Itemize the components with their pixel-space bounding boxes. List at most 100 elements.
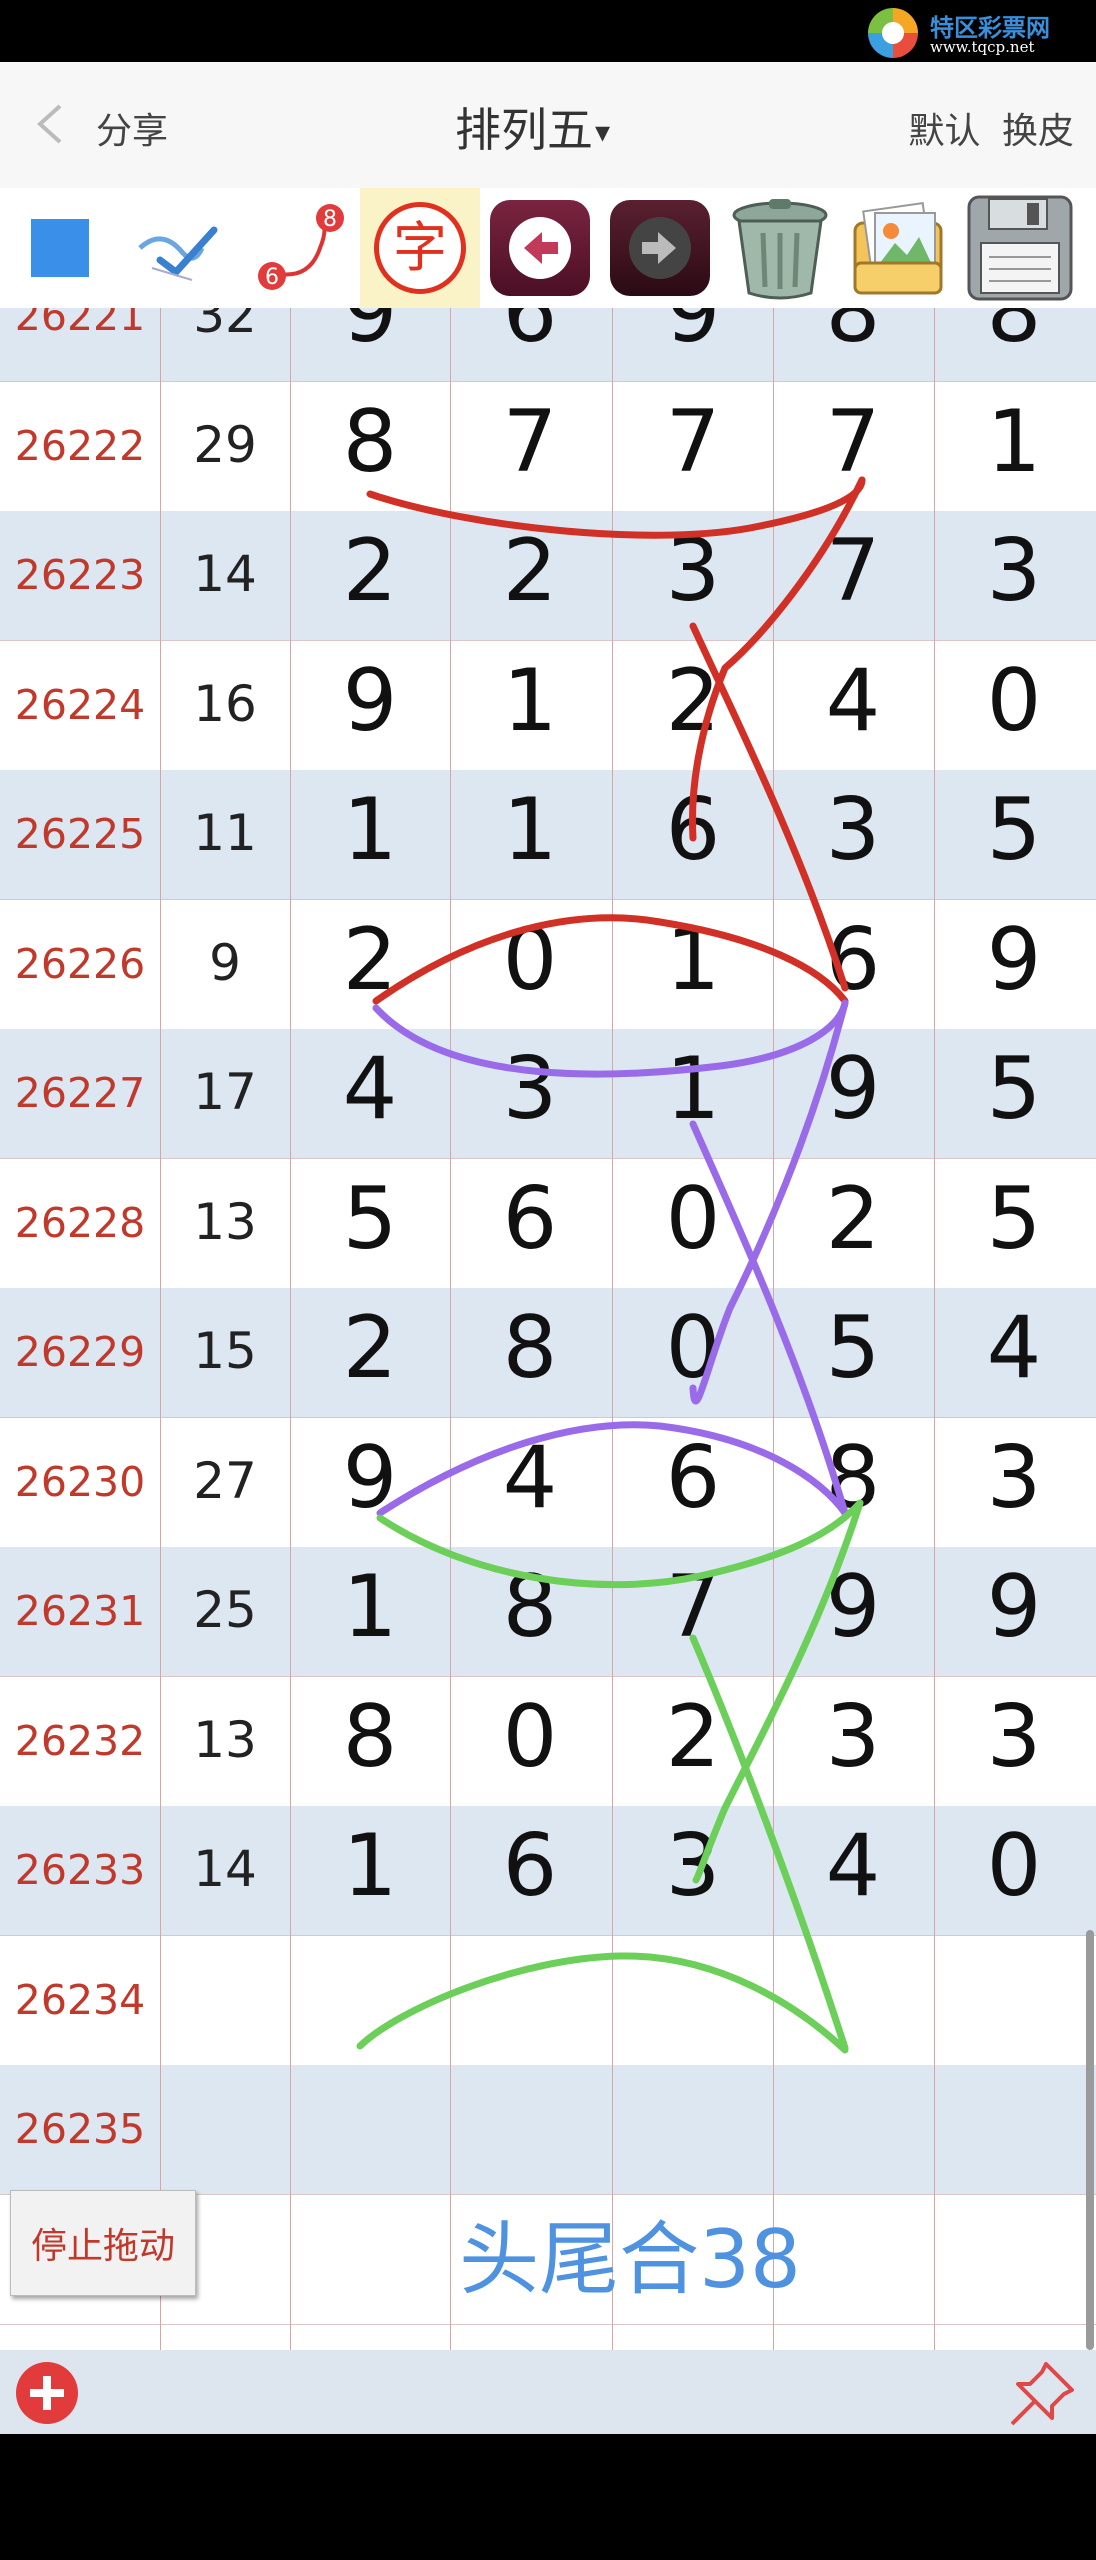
- undo-button[interactable]: [480, 188, 600, 308]
- digit-cell[interactable]: 2: [613, 1687, 773, 1787]
- add-icon[interactable]: [16, 2362, 78, 2424]
- sum-value: 13: [193, 1192, 257, 1251]
- digit-cell[interactable]: 0: [934, 1816, 1094, 1916]
- digit-cell[interactable]: 2: [290, 521, 450, 621]
- digit-cell[interactable]: 2: [450, 521, 610, 621]
- digit-cell[interactable]: 3: [934, 1428, 1094, 1528]
- sum-value: 13: [193, 1710, 257, 1769]
- digit-cell[interactable]: 3: [934, 521, 1094, 621]
- connect-tool-button[interactable]: 6 8: [240, 188, 360, 308]
- issue-number: 26225: [14, 810, 146, 858]
- redo-button[interactable]: [600, 188, 720, 308]
- digit-cell[interactable]: 5: [773, 1298, 933, 1398]
- digit-cell[interactable]: 6: [450, 308, 610, 362]
- digit-cell[interactable]: 9: [934, 1557, 1094, 1657]
- digit-cell[interactable]: 2: [773, 1169, 933, 1269]
- digit-cell[interactable]: 6: [773, 910, 933, 1010]
- digit-cell[interactable]: 0: [613, 1298, 773, 1398]
- digit-cell[interactable]: 5: [290, 1169, 450, 1269]
- digit-cell[interactable]: 5: [934, 1169, 1094, 1269]
- digit-cell[interactable]: 9: [613, 308, 773, 362]
- table-row: 26235: [0, 2065, 1096, 2195]
- digit-cell[interactable]: 8: [290, 392, 450, 492]
- digit-cell[interactable]: 0: [450, 910, 610, 1010]
- digit-cell[interactable]: 3: [450, 1039, 610, 1139]
- digit-cell[interactable]: 2: [613, 651, 773, 751]
- back-button[interactable]: [32, 102, 68, 146]
- share-button[interactable]: 分享: [96, 102, 168, 154]
- digit-cell[interactable]: 1: [290, 1816, 450, 1916]
- annotation-text: 头尾合38: [459, 2213, 801, 2306]
- digit-cell[interactable]: 4: [450, 1428, 610, 1528]
- table-row: 26224 16 9 1 2 4 0: [0, 640, 1096, 773]
- digit-cell[interactable]: 1: [613, 1039, 773, 1139]
- digit-cell[interactable]: 2: [290, 910, 450, 1010]
- digit-cell[interactable]: 6: [450, 1169, 610, 1269]
- digit-cell[interactable]: 5: [934, 780, 1094, 880]
- digit-cell[interactable]: 9: [934, 910, 1094, 1010]
- text-mode-button[interactable]: 字: [360, 188, 480, 308]
- digit-cell[interactable]: 0: [934, 651, 1094, 751]
- digit-cell[interactable]: 0: [613, 1169, 773, 1269]
- digit-cell[interactable]: 9: [773, 1039, 933, 1139]
- digit-cell[interactable]: 1: [450, 780, 610, 880]
- digit-cell[interactable]: 1: [290, 780, 450, 880]
- digit-cell[interactable]: 0: [450, 1687, 610, 1787]
- digit-cell[interactable]: 8: [773, 1428, 933, 1528]
- digit-cell[interactable]: 1: [450, 651, 610, 751]
- digit-cell[interactable]: 6: [613, 1428, 773, 1528]
- digit-cell[interactable]: 4: [773, 1816, 933, 1916]
- pen-tool-button[interactable]: [120, 188, 240, 308]
- table-row: 26223 14 2 2 3 7 3: [0, 511, 1096, 641]
- digit-cell[interactable]: 4: [290, 1039, 450, 1139]
- table-row: 26233 14 1 6 3 4 0: [0, 1806, 1096, 1936]
- digit-cell[interactable]: 3: [613, 521, 773, 621]
- digit-cell[interactable]: 9: [290, 308, 450, 362]
- issue-number: 26221: [14, 308, 146, 340]
- drawing-toolbar: 6 8 字: [0, 188, 1096, 308]
- digit-cell[interactable]: 7: [773, 392, 933, 492]
- pin-button[interactable]: [1006, 2356, 1080, 2430]
- save-button[interactable]: [960, 188, 1080, 308]
- clear-button[interactable]: [720, 188, 840, 308]
- scrollbar[interactable]: [1086, 1930, 1094, 2350]
- digit-cell[interactable]: 9: [290, 1428, 450, 1528]
- digit-cell[interactable]: 6: [613, 780, 773, 880]
- digit-cell[interactable]: 3: [773, 780, 933, 880]
- digit-cell[interactable]: 1: [934, 392, 1094, 492]
- table-row: 26221 32 9 6 9 8 8: [0, 308, 1096, 382]
- digit-cell[interactable]: 8: [773, 308, 933, 362]
- digit-cell[interactable]: 1: [613, 910, 773, 1010]
- change-skin-button[interactable]: 换皮: [1002, 111, 1074, 152]
- table-row: 26234: [0, 1935, 1096, 2066]
- digit-cell[interactable]: 9: [290, 651, 450, 751]
- color-picker-button[interactable]: [0, 188, 120, 308]
- stop-drag-button[interactable]: 停止拖动: [10, 2190, 196, 2296]
- lottery-title-dropdown[interactable]: 排列五▾: [455, 94, 610, 160]
- digit-cell[interactable]: 7: [450, 392, 610, 492]
- digit-cell[interactable]: 9: [773, 1557, 933, 1657]
- digit-cell[interactable]: 8: [290, 1687, 450, 1787]
- digit-cell[interactable]: 3: [613, 1816, 773, 1916]
- digit-cell[interactable]: 3: [773, 1687, 933, 1787]
- digit-cell[interactable]: 7: [613, 392, 773, 492]
- digit-cell[interactable]: 3: [934, 1687, 1094, 1787]
- digit-cell[interactable]: 7: [773, 521, 933, 621]
- gallery-icon: [853, 201, 943, 295]
- digit-cell[interactable]: 2: [290, 1298, 450, 1398]
- gallery-button[interactable]: [840, 188, 960, 308]
- digit-cell[interactable]: 8: [934, 308, 1094, 362]
- digit-cell[interactable]: 8: [450, 1298, 610, 1398]
- digit-cell[interactable]: 4: [773, 651, 933, 751]
- app-header: 分享 排列五▾ 默认 换皮: [0, 62, 1096, 189]
- digit-cell[interactable]: 1: [290, 1557, 450, 1657]
- digit-cell[interactable]: 4: [934, 1298, 1094, 1398]
- digit-cell[interactable]: 5: [934, 1039, 1094, 1139]
- digit-cell[interactable]: 7: [613, 1557, 773, 1657]
- digit-cell[interactable]: 6: [450, 1816, 610, 1916]
- default-button[interactable]: 默认: [909, 111, 981, 152]
- digit-cell[interactable]: 8: [450, 1557, 610, 1657]
- draw-grid[interactable]: 26221 32 9 6 9 8 8 26222 29 8 7 7 7 1 26223 14 2 2 3 7 3 2622…: [0, 308, 1096, 2350]
- sum-value: 14: [193, 1840, 257, 1898]
- issue-number: 26230: [14, 1457, 146, 1506]
